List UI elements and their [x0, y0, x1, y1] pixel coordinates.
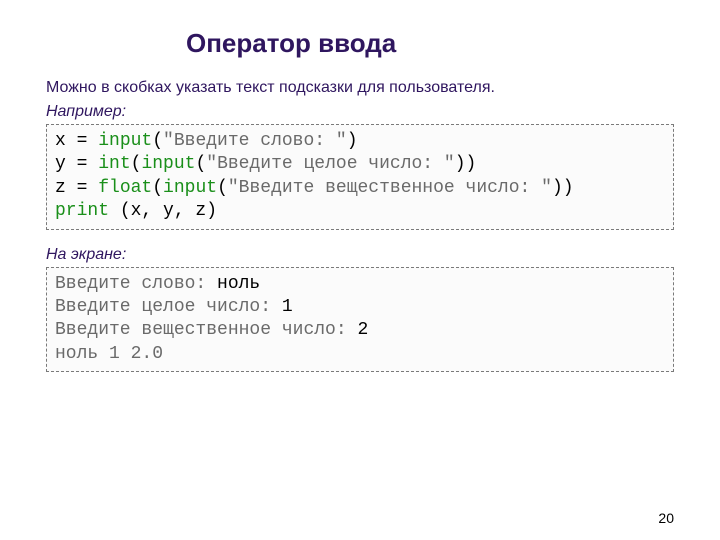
- code-line-3: z = float(input("Введите вещественное чи…: [55, 178, 574, 198]
- output-line-4: ноль 1 2.0: [55, 344, 163, 364]
- example-label: Например:: [46, 103, 674, 121]
- page-number: 20: [658, 510, 674, 526]
- output-line-1: Введите слово: ноль: [55, 274, 260, 294]
- slide: Оператор ввода Можно в скобках указать т…: [0, 0, 720, 540]
- code-line-4: print (x, y, z): [55, 201, 217, 221]
- code-line-1: x = input("Введите слово: "): [55, 131, 358, 151]
- code-line-2: y = int(input("Введите целое число: ")): [55, 154, 476, 174]
- intro-text: Можно в скобках указать текст подсказки …: [46, 79, 674, 97]
- page-title: Оператор ввода: [186, 28, 674, 59]
- output-line-3: Введите вещественное число: 2: [55, 320, 368, 340]
- code-block: x = input("Введите слово: ") y = int(inp…: [46, 124, 674, 230]
- output-block: Введите слово: ноль Введите целое число:…: [46, 267, 674, 373]
- output-line-2: Введите целое число: 1: [55, 297, 293, 317]
- output-label: На экране:: [46, 246, 674, 264]
